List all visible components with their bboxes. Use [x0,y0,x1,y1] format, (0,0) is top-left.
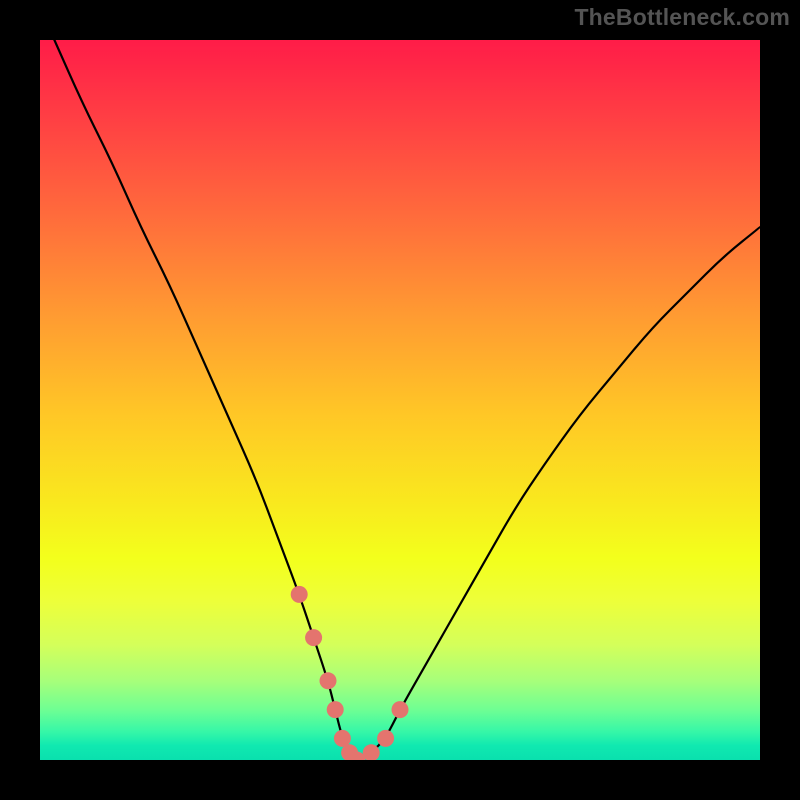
chart-frame: TheBottleneck.com [0,0,800,800]
watermark-text: TheBottleneck.com [574,4,790,31]
bottleneck-curve [54,40,760,758]
curve-layer [40,40,760,760]
plot-area [40,40,760,760]
marker-dot [392,701,409,718]
marker-dot [305,629,322,646]
marker-dot [327,701,344,718]
marker-dot [320,672,337,689]
marker-dot [291,586,308,603]
optimal-markers [291,586,409,760]
marker-dot [377,730,394,747]
marker-dot [334,730,351,747]
